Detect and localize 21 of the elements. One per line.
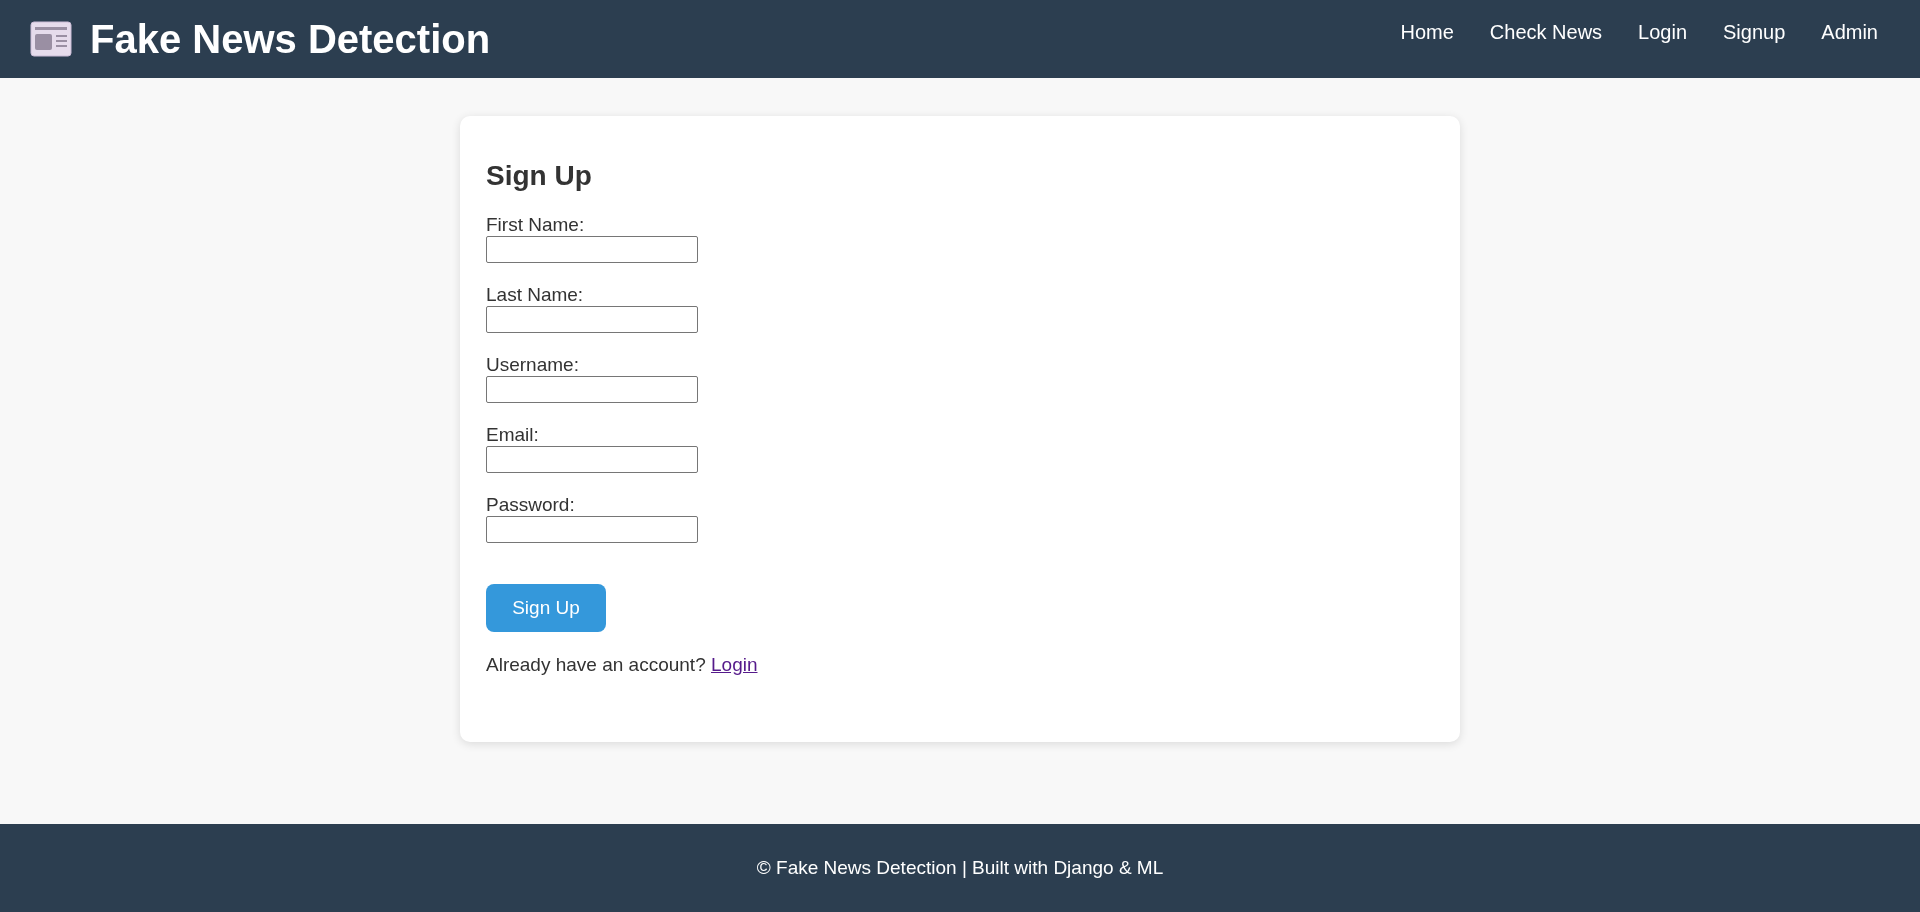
input-field[interactable]: [486, 516, 698, 543]
account-prompt: Already have an account?: [486, 654, 706, 675]
form-heading: Sign Up: [486, 162, 593, 190]
nav-link[interactable]: Home: [1400, 17, 1454, 47]
input-field[interactable]: [486, 306, 698, 333]
input-field[interactable]: [486, 446, 698, 473]
nav-link[interactable]: Check News: [1489, 17, 1603, 47]
field-label: Last Name:: [486, 284, 584, 306]
login-link[interactable]: Login: [711, 654, 758, 675]
field-label: Password:: [486, 494, 575, 516]
footer-text: © Fake News Detection | Built with Django & ML: [756, 855, 1164, 880]
site-title: Fake News Detection: [90, 16, 491, 63]
nav-link[interactable]: Login: [1638, 17, 1687, 47]
input-field[interactable]: [486, 376, 698, 403]
nav-link[interactable]: Admin: [1821, 17, 1878, 47]
field-label: Username:: [486, 354, 579, 376]
input-field[interactable]: [486, 236, 698, 263]
nav-link[interactable]: Signup: [1723, 17, 1786, 47]
newspaper-icon: [30, 21, 72, 57]
field-label: First Name:: [486, 214, 585, 236]
field-label: Email:: [486, 424, 539, 446]
